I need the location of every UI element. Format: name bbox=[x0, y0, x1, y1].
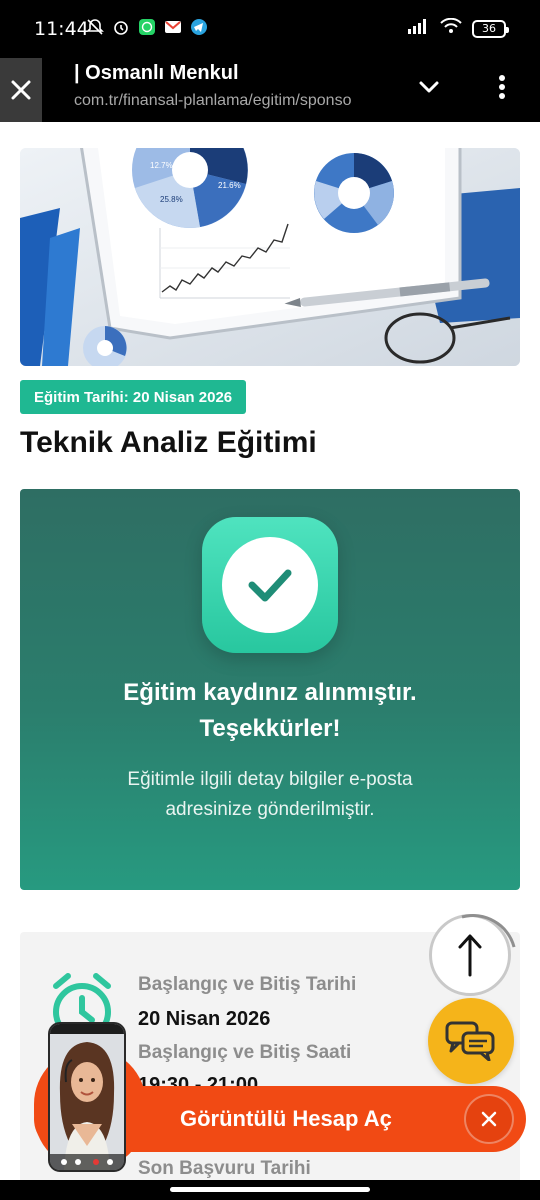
status-time: 11:44 bbox=[34, 18, 89, 40]
success-title-line2: Teşekkürler! bbox=[20, 711, 520, 747]
telegram-icon bbox=[190, 18, 208, 36]
date-label: Başlangıç ve Bitiş Tarihi bbox=[138, 974, 356, 996]
expand-button[interactable] bbox=[412, 70, 446, 104]
page: 11:44 36 bbox=[0, 0, 540, 1200]
bell-off-icon bbox=[86, 18, 104, 36]
alarm-icon bbox=[112, 18, 130, 36]
arrow-up-icon bbox=[456, 933, 484, 977]
close-x-icon bbox=[480, 1110, 498, 1128]
browser-toolbar: | Osmanlı Menkul com.tr/finansal-planlam… bbox=[0, 58, 540, 122]
deadline-label: Son Başvuru Tarihi bbox=[138, 1158, 311, 1180]
success-text-line1: Eğitimle ilgili detay bilgiler e-posta bbox=[60, 765, 480, 795]
chevron-down-icon bbox=[416, 74, 442, 100]
live-chat-button[interactable] bbox=[428, 998, 514, 1084]
svg-text:25.8%: 25.8% bbox=[160, 195, 183, 204]
close-tab-button[interactable] bbox=[0, 58, 42, 122]
page-title: Teknik Analiz Eğitimi bbox=[20, 426, 317, 460]
page-title-bar: | Osmanlı Menkul bbox=[74, 62, 239, 85]
success-message: Eğitimle ilgili detay bilgiler e-posta a… bbox=[60, 765, 480, 825]
scroll-to-top-button[interactable] bbox=[429, 914, 511, 996]
chat-bubbles-icon bbox=[445, 1021, 497, 1061]
status-bar: 11:44 36 bbox=[0, 0, 540, 58]
success-badge bbox=[202, 517, 338, 653]
system-icons: 36 bbox=[408, 18, 506, 39]
battery-indicator: 36 bbox=[472, 20, 506, 38]
svg-text:21.6%: 21.6% bbox=[218, 181, 241, 190]
time-label: Başlangıç ve Bitiş Saati bbox=[138, 1042, 351, 1064]
check-icon bbox=[242, 557, 298, 613]
more-vert-icon bbox=[498, 74, 506, 100]
gmail-icon bbox=[164, 18, 182, 36]
svg-text:12.7%: 12.7% bbox=[150, 161, 173, 170]
hero-image: 12.7% 25.8% 21.6% 11.5% bbox=[20, 148, 520, 366]
wifi-icon bbox=[440, 18, 462, 39]
notification-icons bbox=[86, 18, 208, 36]
whatsapp-icon bbox=[138, 18, 156, 36]
video-call-phone-image bbox=[48, 1022, 126, 1172]
banner-close-button[interactable] bbox=[464, 1094, 514, 1144]
registration-success-card: Eğitim kaydınız alınmıştır. Teşekkürler!… bbox=[20, 489, 520, 890]
signal-icon bbox=[408, 18, 430, 39]
agent-portrait-icon bbox=[50, 1024, 124, 1170]
event-date-badge: Eğitim Tarihi: 20 Nisan 2026 bbox=[20, 380, 246, 414]
success-title-line1: Eğitim kaydınız alınmıştır. bbox=[20, 675, 520, 711]
success-text-line2: adresinize gönderilmiştir. bbox=[60, 795, 480, 825]
financial-charts-illustration: 12.7% 25.8% 21.6% 11.5% bbox=[20, 148, 520, 366]
home-indicator[interactable] bbox=[170, 1187, 370, 1192]
url-bar[interactable]: com.tr/finansal-planlama/egitim/sponso bbox=[74, 92, 392, 110]
cta-label: Görüntülü Hesap Aç bbox=[180, 1106, 392, 1132]
date-value: 20 Nisan 2026 bbox=[138, 1008, 270, 1031]
check-circle bbox=[222, 537, 318, 633]
more-options-button[interactable] bbox=[488, 70, 516, 104]
close-icon bbox=[9, 78, 33, 102]
success-title: Eğitim kaydınız alınmıştır. Teşekkürler! bbox=[20, 675, 520, 747]
